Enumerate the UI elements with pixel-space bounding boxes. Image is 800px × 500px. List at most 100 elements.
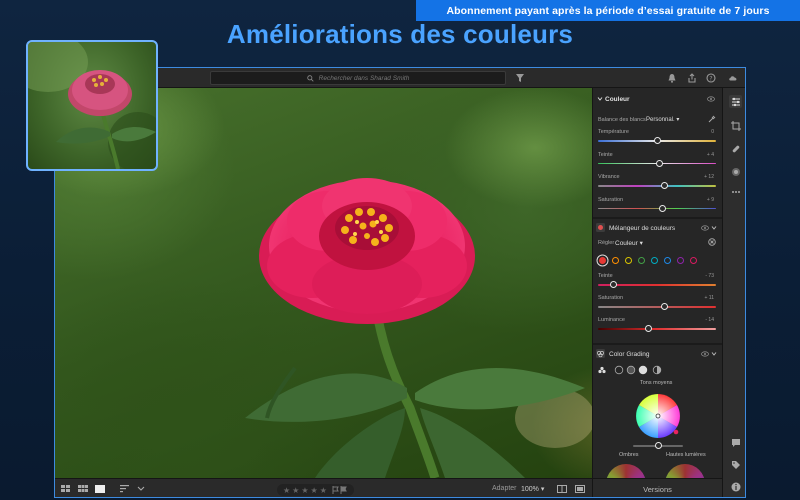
share-icon[interactable] bbox=[686, 72, 698, 84]
slider-track[interactable] bbox=[598, 207, 716, 209]
flag-icon[interactable] bbox=[332, 486, 348, 494]
slider-label: Saturation bbox=[598, 196, 624, 203]
help-icon[interactable]: ? bbox=[705, 72, 717, 84]
slider-thumb[interactable] bbox=[660, 303, 668, 310]
grading-mode-icons[interactable] bbox=[598, 365, 670, 375]
white-balance-label: Balance des blancs bbox=[598, 117, 646, 123]
eye-icon[interactable] bbox=[701, 351, 709, 357]
slider-thumb[interactable] bbox=[660, 182, 668, 189]
slider-value[interactable]: 0 bbox=[711, 129, 714, 135]
highlights-label: Hautes lumières bbox=[666, 452, 706, 458]
slider-value[interactable]: + 12 bbox=[704, 174, 714, 180]
slider-thumb[interactable] bbox=[609, 281, 617, 288]
tag-icon[interactable] bbox=[729, 458, 742, 471]
eye-icon[interactable] bbox=[701, 225, 709, 231]
grid-large-icon[interactable] bbox=[78, 485, 89, 494]
slider-value[interactable]: + 4 bbox=[707, 152, 714, 158]
crop-icon[interactable] bbox=[729, 119, 742, 132]
slider-label: Vibrance bbox=[598, 174, 620, 180]
adjust-label: Régler bbox=[598, 240, 615, 246]
single-view-icon[interactable] bbox=[95, 485, 106, 494]
slider-track[interactable] bbox=[598, 306, 716, 308]
color-swatch[interactable] bbox=[612, 257, 619, 264]
slider-track[interactable] bbox=[598, 185, 716, 187]
chevron-down-icon[interactable] bbox=[711, 225, 717, 231]
grading-section-title: Color Grading bbox=[609, 350, 650, 358]
info-icon[interactable] bbox=[729, 480, 742, 493]
before-after-icon[interactable] bbox=[575, 485, 585, 495]
mixer-section-title: Mélangeur de couleurs bbox=[609, 224, 676, 232]
healing-icon[interactable] bbox=[729, 142, 742, 155]
search-icon bbox=[306, 74, 314, 82]
color-swatch[interactable] bbox=[625, 257, 632, 264]
slider-thumb[interactable] bbox=[655, 159, 663, 167]
midtones-label: Tons moyens bbox=[640, 380, 673, 386]
slider-label: Teinte bbox=[598, 151, 613, 158]
compare-icon[interactable] bbox=[557, 485, 567, 495]
comment-icon[interactable] bbox=[729, 436, 742, 449]
zoom-value[interactable]: 100% bbox=[521, 486, 539, 493]
cloud-icon[interactable] bbox=[727, 72, 739, 84]
search-input[interactable]: Rechercher dans Sharad Smith bbox=[210, 71, 506, 85]
promo-banner: Abonnement payant après la période d’ess… bbox=[416, 0, 800, 21]
color-swatch[interactable] bbox=[599, 257, 606, 264]
eyedropper-icon[interactable] bbox=[708, 115, 716, 123]
highlights-color-wheel[interactable] bbox=[665, 464, 705, 478]
white-balance-value[interactable]: Personnal. bbox=[646, 117, 675, 123]
top-toolbar: Rechercher dans Sharad Smith ? bbox=[55, 68, 745, 88]
versions-bar[interactable]: Versions bbox=[592, 478, 722, 497]
rating-stars[interactable]: ★★★★★ bbox=[277, 484, 354, 496]
slider-value[interactable]: - 73 bbox=[705, 273, 714, 279]
color-swatch[interactable] bbox=[664, 257, 671, 264]
bottom-toolbar: ★★★★★ Adapter 100% ▾ bbox=[55, 478, 592, 497]
star-rating-text[interactable]: ★★★★★ bbox=[283, 486, 329, 495]
edit-panel: Couleur Balance des blancs Personnal. ▾ … bbox=[592, 88, 722, 478]
slider-thumb[interactable] bbox=[645, 325, 653, 332]
midtones-luminance-thumb[interactable] bbox=[655, 442, 662, 449]
eye-icon[interactable] bbox=[707, 96, 715, 102]
right-tool-rail bbox=[722, 88, 745, 497]
midtones-color-wheel[interactable] bbox=[634, 392, 682, 440]
slider-value[interactable]: + 9 bbox=[707, 197, 714, 203]
slider-thumb[interactable] bbox=[659, 204, 667, 212]
shadows-label: Ombres bbox=[619, 452, 639, 458]
grid-small-icon[interactable] bbox=[61, 485, 72, 494]
bell-icon[interactable] bbox=[666, 72, 678, 84]
grading-section-header[interactable]: Color Grading bbox=[593, 345, 722, 363]
adjust-select[interactable]: Couleur ▾ bbox=[615, 239, 643, 247]
zoom-level[interactable]: 100% ▾ bbox=[521, 485, 544, 493]
slider-label: Température bbox=[598, 129, 629, 135]
slider-value[interactable]: - 14 bbox=[705, 317, 714, 323]
fit-label[interactable]: Adapter bbox=[492, 485, 517, 492]
chevron-down-icon[interactable] bbox=[597, 96, 603, 102]
color-swatch[interactable] bbox=[690, 257, 697, 264]
svg-text:?: ? bbox=[709, 75, 712, 82]
slider-thumb[interactable] bbox=[653, 137, 661, 144]
slider-track[interactable] bbox=[598, 328, 716, 330]
color-swatch[interactable] bbox=[677, 257, 684, 264]
color-section-header[interactable]: Couleur bbox=[593, 90, 722, 108]
slider-value[interactable]: + 11 bbox=[705, 295, 715, 301]
mask-icon[interactable] bbox=[729, 165, 742, 178]
shadows-color-wheel[interactable] bbox=[606, 464, 646, 478]
sliders-icon[interactable] bbox=[729, 95, 742, 108]
slider-label: Saturation bbox=[598, 295, 624, 301]
color-swatch[interactable] bbox=[651, 257, 658, 264]
slider-label: Teinte bbox=[598, 273, 613, 279]
adjust-value[interactable]: Couleur bbox=[615, 240, 638, 247]
sort-icon[interactable] bbox=[120, 485, 131, 494]
target-adjust-icon[interactable] bbox=[708, 238, 716, 246]
chevron-down-icon[interactable] bbox=[137, 485, 148, 494]
more-icon[interactable] bbox=[729, 185, 742, 198]
color-swatch[interactable] bbox=[638, 257, 645, 264]
filter-icon[interactable] bbox=[514, 72, 526, 84]
promo-banner-text: Abonnement payant après la période d’ess… bbox=[446, 4, 770, 17]
white-balance-select[interactable]: Personnal. ▾ bbox=[646, 116, 679, 123]
versions-button[interactable]: Versions bbox=[643, 485, 672, 494]
mixer-section-header[interactable]: Mélangeur de couleurs bbox=[593, 219, 722, 237]
flower bbox=[259, 178, 475, 324]
before-thumbnail bbox=[26, 40, 158, 171]
search-placeholder: Rechercher dans Sharad Smith bbox=[318, 74, 410, 82]
chevron-down-icon[interactable] bbox=[711, 351, 717, 357]
slider-label: Luminance bbox=[598, 317, 625, 323]
